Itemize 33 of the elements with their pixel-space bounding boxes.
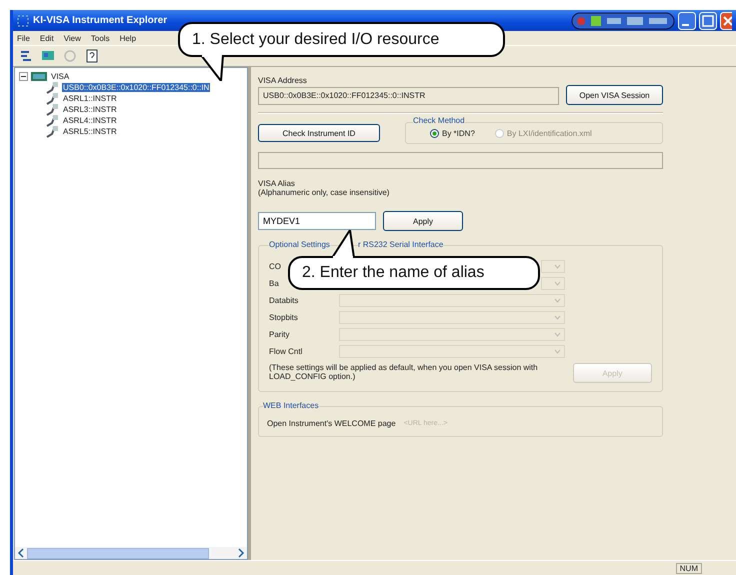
menu-item[interactable]: Help xyxy=(120,34,136,42)
address-field[interactable]: USB0::0x0B3E::0x1020::FF012345::0::INSTR xyxy=(258,87,559,105)
tree-item[interactable]: ASRL3::INSTR xyxy=(62,105,118,114)
apply-button[interactable]: Apply xyxy=(383,211,463,231)
field-label: Ba xyxy=(269,279,280,288)
field-label: CO xyxy=(269,262,282,271)
field-label: Flow Cntl xyxy=(269,347,304,356)
group-label: Optional Settings xyxy=(269,240,330,249)
status-indicator: NUM xyxy=(676,562,702,574)
hint-text: (Alphanumeric only, case insensitive) xyxy=(258,188,390,197)
group-label: WEB Interfaces xyxy=(263,401,319,410)
menu-item[interactable]: File xyxy=(17,34,30,42)
field-label: VISA Address xyxy=(258,76,307,85)
radio-option[interactable]: By *IDN? xyxy=(430,128,475,138)
tree-item[interactable]: ASRL5::INSTR xyxy=(62,127,118,136)
menu-item[interactable]: Edit xyxy=(40,34,54,42)
note-text: (These settings will be applied as default, when you open VISA session with LOAD_CONFIG option.) xyxy=(269,363,539,382)
field-label: Parity xyxy=(269,330,290,339)
open-session-button[interactable]: Open VISA Session xyxy=(566,85,663,105)
tree-item[interactable]: ASRL4::INSTR xyxy=(62,116,118,125)
window-title: KI-VISA Instrument Explorer xyxy=(33,15,168,26)
menu-item[interactable]: Tools xyxy=(90,34,110,42)
field-label: Open Instrument's WELCOME page xyxy=(267,419,396,428)
tree-item[interactable]: USB0::0x0B3E::0x1020::FF012345::0::IN xyxy=(62,83,210,92)
group-label: r RS232 Serial Interface xyxy=(358,240,444,249)
tree-item[interactable]: VISA xyxy=(50,72,70,81)
field-label: VISA Alias xyxy=(258,179,295,188)
tree-item[interactable]: ASRL1::INSTR xyxy=(62,94,118,103)
field-label: Stopbits xyxy=(269,313,299,322)
field-label: Databits xyxy=(269,296,300,305)
menu-item[interactable]: View xyxy=(64,34,81,42)
group-label: Check Method xyxy=(413,116,465,125)
check-id-button[interactable]: Check Instrument ID xyxy=(258,124,380,142)
